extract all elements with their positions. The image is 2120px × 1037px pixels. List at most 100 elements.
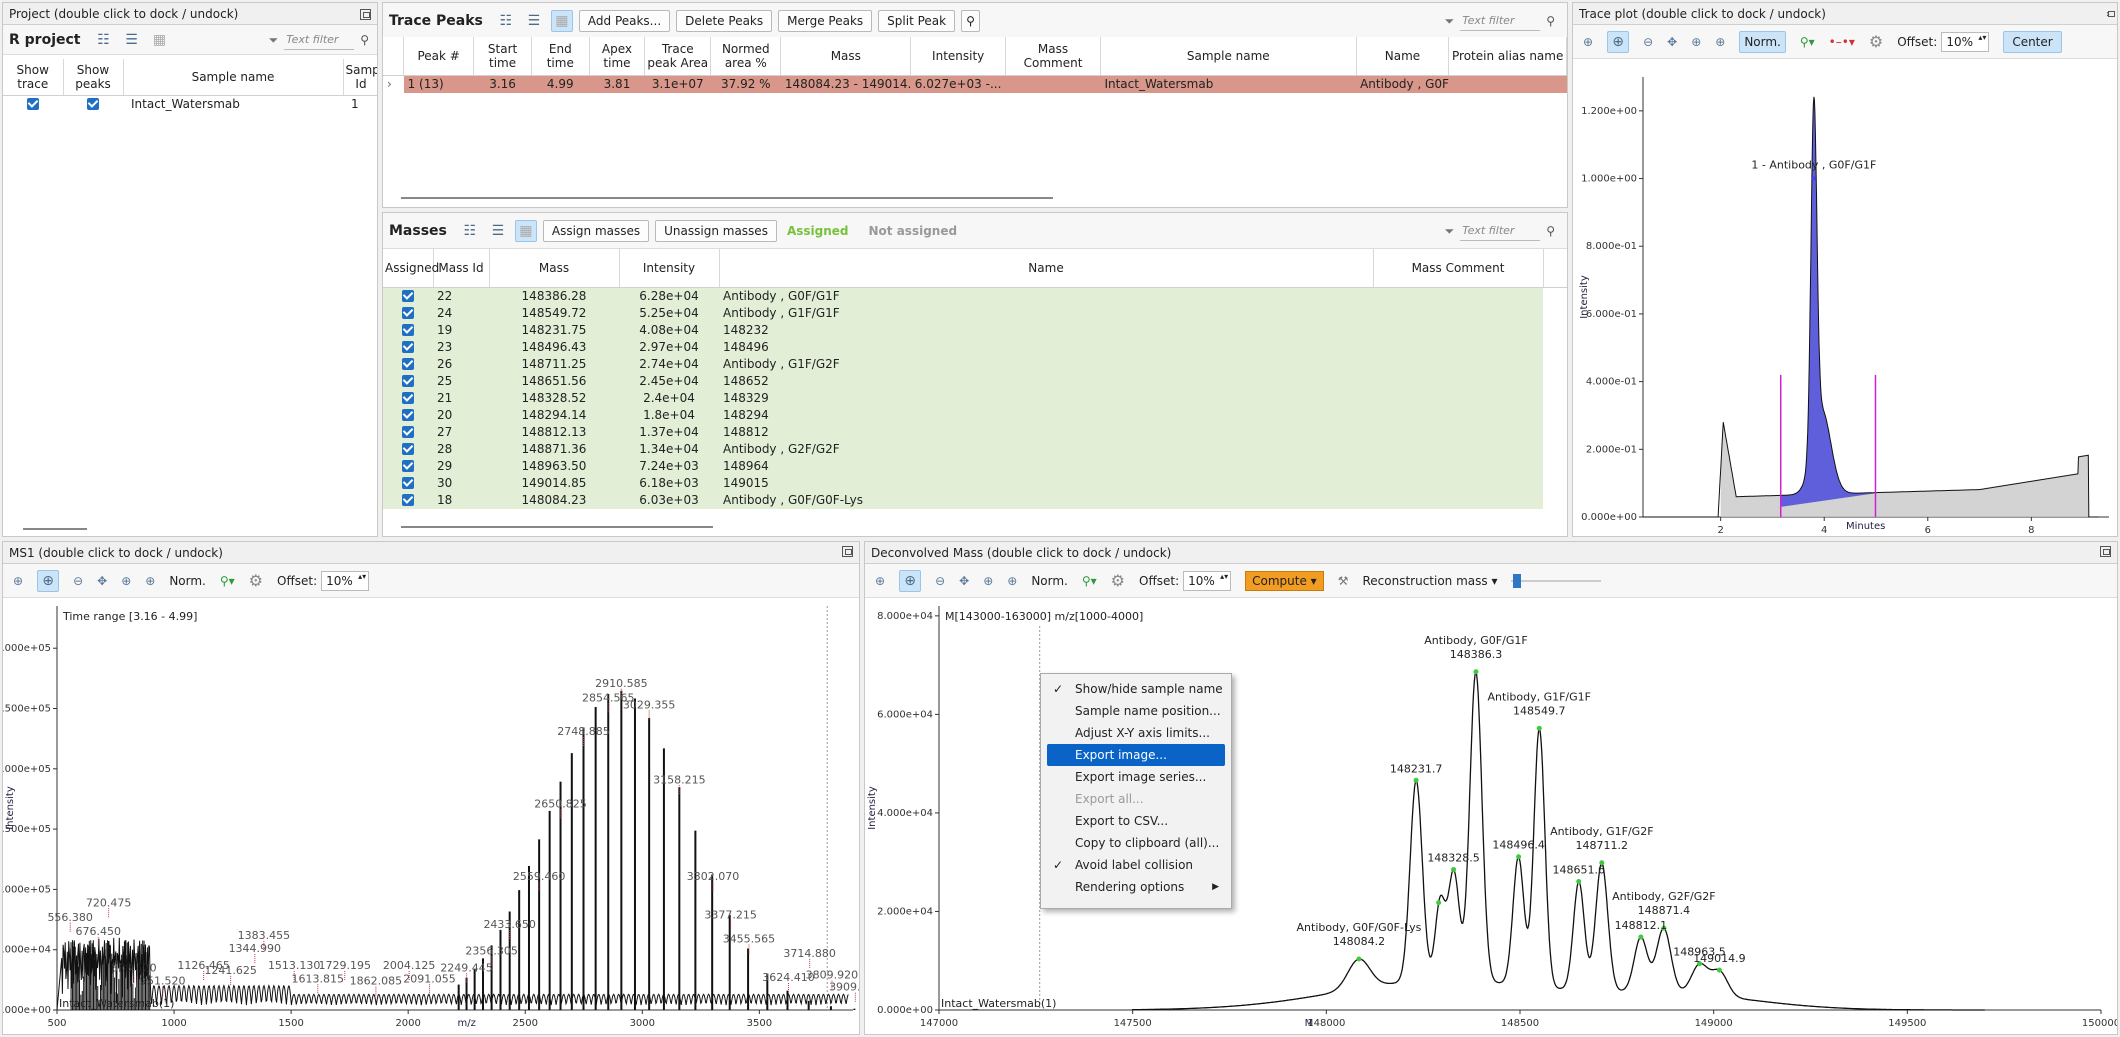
show-peaks-checkbox[interactable] [87, 98, 99, 110]
collapse-all-icon[interactable]: ☰ [120, 29, 142, 51]
assigned-checkbox[interactable] [402, 426, 414, 438]
context-menu-item[interactable]: Sample name position... [1041, 700, 1231, 722]
trace-plot-title[interactable]: Trace plot (double click to dock / undoc… [1573, 3, 2117, 25]
table-row[interactable]: Intact_Watersmab 1 [3, 95, 377, 113]
norm-toggle[interactable]: Norm. [1739, 30, 1786, 53]
unassign-masses-button[interactable]: Unassign masses [655, 219, 777, 242]
zoom-out-icon[interactable]: ⊖ [73, 574, 83, 588]
col-mass[interactable]: Mass [780, 37, 912, 76]
zoom-box-icon[interactable]: ⊕ [37, 569, 60, 592]
offset-spinbox[interactable]: 10% [1941, 31, 1990, 52]
table-row[interactable]: 29 148963.50 7.24e+03 148964 [383, 457, 1567, 475]
zoom-x-icon[interactable]: ⊕ [1691, 35, 1701, 49]
col-intensity[interactable]: Intensity [619, 249, 720, 288]
masses-filter-input[interactable]: Text filter [1460, 221, 1541, 241]
trace-plot-chart[interactable]: 1.200e+00 1.000e+00 8.000e-01 6.000e-01 4.00… [1573, 61, 2117, 537]
grid-icon[interactable]: ▦ [550, 9, 573, 32]
zoom-box-icon[interactable]: ⊕ [899, 569, 922, 592]
col-sample-id[interactable]: Samp Id [343, 59, 377, 96]
col-protein-alias[interactable]: Protein alias name [1448, 37, 1567, 76]
table-row[interactable]: 20 148294.14 1.8e+04 148294 [383, 406, 1567, 424]
ms1-chart[interactable]: 3.000e+052.500e+052.000e+051.500e+051.00… [3, 598, 859, 1034]
table-row[interactable]: 27 148812.13 1.37e+04 148812 [383, 423, 1567, 441]
peak-search-button[interactable]: ⚲ [961, 9, 980, 32]
table-row[interactable]: 28 148871.36 1.34e+04 Antibody , G2F/G2F [383, 440, 1567, 458]
norm-toggle[interactable]: Norm. [169, 574, 206, 588]
table-row[interactable]: 21 148328.52 2.4e+04 148329 [383, 389, 1567, 407]
reconstruction-dropdown[interactable]: Reconstruction mass ▾ [1362, 574, 1497, 588]
zoom-out-icon[interactable]: ⊖ [935, 574, 945, 588]
settings-gear-icon[interactable]: ⚙ [1111, 571, 1125, 590]
pan-icon[interactable]: ✥ [1667, 35, 1677, 49]
offset-spinbox[interactable]: 10% [321, 570, 370, 591]
peak-pick-icon[interactable]: ⚲▾ [1800, 35, 1815, 49]
search-icon[interactable]: ⚲ [360, 33, 369, 47]
line-style-icon[interactable]: •–•▾ [1829, 35, 1855, 49]
not-assigned-filter-toggle[interactable]: Not assigned [869, 224, 958, 238]
ms1-title[interactable]: MS1 (double click to dock / undock) [3, 542, 859, 564]
zoom-x-icon[interactable]: ⊕ [121, 574, 131, 588]
assigned-checkbox[interactable] [402, 494, 414, 506]
zoom-in-icon[interactable]: ⊕ [13, 574, 23, 588]
split-peak-button[interactable]: Split Peak [878, 9, 956, 32]
assigned-filter-toggle[interactable]: Assigned [787, 224, 849, 238]
offset-spinbox[interactable]: 10% [1183, 570, 1232, 591]
col-intensity[interactable]: Intensity [910, 37, 1007, 76]
table-row[interactable]: 18 148084.23 6.03e+03 Antibody , G0F/G0F-Ly… [383, 491, 1567, 509]
grid-icon[interactable]: ▦ [514, 219, 537, 242]
col-sample-name[interactable]: Sample name [123, 59, 344, 96]
zoom-out-icon[interactable]: ⊖ [1643, 35, 1653, 49]
col-mass-comment[interactable]: Mass Comment [1373, 249, 1544, 288]
context-menu-item[interactable]: Export image series... [1041, 766, 1231, 788]
pan-icon[interactable]: ✥ [959, 574, 969, 588]
reconstruction-slider[interactable] [1511, 573, 1602, 588]
norm-toggle[interactable]: Norm. [1031, 574, 1068, 588]
assigned-checkbox[interactable] [402, 307, 414, 319]
table-row[interactable]: 19 148231.75 4.08e+04 148232 [383, 321, 1567, 339]
collapse-all-icon[interactable]: ☰ [523, 10, 545, 32]
undock-icon[interactable] [842, 546, 853, 557]
assign-masses-button[interactable]: Assign masses [542, 219, 650, 242]
assigned-checkbox[interactable] [402, 443, 414, 455]
assigned-checkbox[interactable] [402, 290, 414, 302]
col-apex-time[interactable]: Apex time [589, 37, 646, 76]
assigned-checkbox[interactable] [402, 358, 414, 370]
zoom-in-icon[interactable]: ⊕ [1583, 35, 1593, 49]
project-filter-input[interactable]: Text filter [284, 30, 355, 50]
peak-pick-icon[interactable]: ⚲▾ [1082, 574, 1097, 588]
grid-icon[interactable]: ▦ [148, 29, 170, 51]
center-button[interactable]: Center [2003, 30, 2062, 53]
zoom-x-icon[interactable]: ⊕ [983, 574, 993, 588]
merge-peaks-button[interactable]: Merge Peaks [778, 9, 873, 32]
col-mass[interactable]: Mass [489, 249, 620, 288]
tools-icon[interactable]: ⚒ [1338, 574, 1349, 588]
search-icon[interactable]: ⚲ [1546, 14, 1555, 28]
zoom-in-icon[interactable]: ⊕ [875, 574, 885, 588]
context-menu-item[interactable]: Export image... [1047, 744, 1225, 766]
table-row[interactable]: 24 148549.72 5.25e+04 Antibody , G1F/G1F [383, 304, 1567, 322]
table-row[interactable]: 23 148496.43 2.97e+04 148496 [383, 338, 1567, 356]
col-peak-area[interactable]: Trace peak Area [644, 37, 712, 76]
col-mass-comment[interactable]: Mass Comment [1005, 37, 1101, 76]
expand-all-icon[interactable]: ☷ [495, 10, 517, 32]
context-menu-item[interactable]: Export to CSV... [1041, 810, 1231, 832]
table-row[interactable]: 22 148386.28 6.28e+04 Antibody , G0F/G1F [383, 287, 1567, 305]
add-peaks-button[interactable]: Add Peaks... [578, 9, 671, 32]
trace-peaks-filter-input[interactable]: Text filter [1460, 11, 1541, 31]
table-row[interactable]: 30 149014.85 6.18e+03 149015 [383, 474, 1567, 492]
col-name[interactable]: Name [719, 249, 1374, 288]
deconvolved-title[interactable]: Deconvolved Mass (double click to dock /… [865, 542, 2117, 564]
horizontal-scrollbar[interactable] [23, 528, 87, 530]
assigned-checkbox[interactable] [402, 460, 414, 472]
context-menu-item[interactable]: Export all... [1041, 788, 1231, 810]
col-peak-num[interactable]: Peak # [403, 37, 475, 76]
context-menu-item[interactable]: ✓ Show/hide sample name [1041, 678, 1231, 700]
assigned-checkbox[interactable] [402, 392, 414, 404]
expand-row-icon[interactable]: › [383, 75, 404, 93]
pan-icon[interactable]: ✥ [97, 574, 107, 588]
table-row[interactable]: › 1 (13) 3.16 4.99 3.81 3.1e+07 37.92 % … [383, 75, 1567, 93]
context-menu-item[interactable]: Adjust X-Y axis limits... [1041, 722, 1231, 744]
undock-icon[interactable]: › [2106, 9, 2117, 20]
zoom-y-icon[interactable]: ⊕ [1715, 35, 1725, 49]
assigned-checkbox[interactable] [402, 477, 414, 489]
